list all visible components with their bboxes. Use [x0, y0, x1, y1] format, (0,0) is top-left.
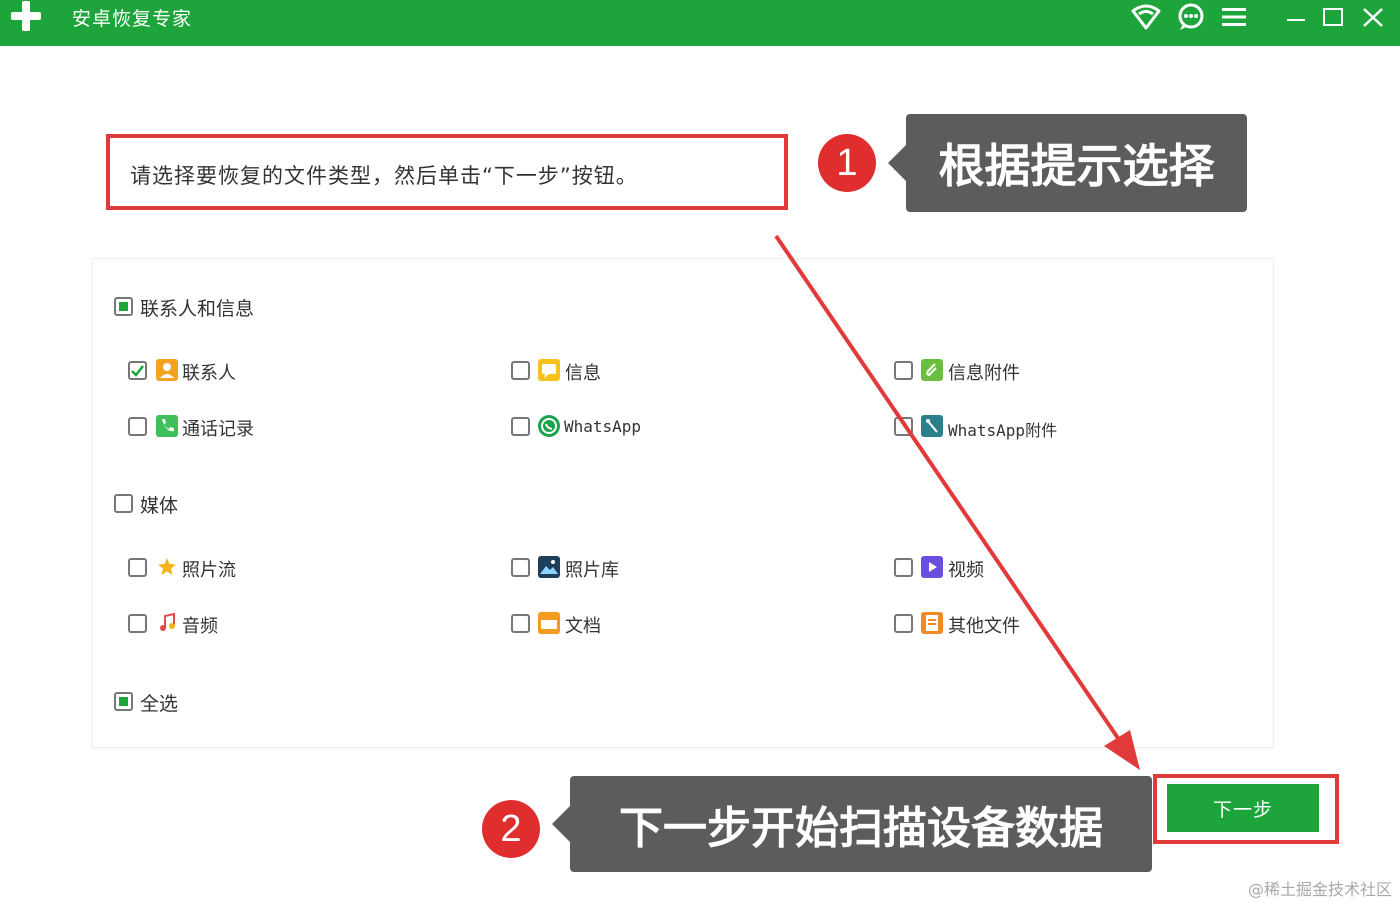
select-all-label: 全选: [140, 693, 179, 715]
group-label-contacts-messages: 联系人和信息: [140, 298, 255, 320]
watermark: @稀土掘金技术社区: [1247, 880, 1392, 899]
label-audio: 音频: [182, 616, 218, 637]
group-label-media: 媒体: [140, 495, 179, 517]
step-2-callout: 下一步开始扫描设备数据: [552, 776, 1152, 872]
label-whatsapp-attachments: WhatsApp附件: [948, 421, 1058, 440]
instruction-text: 请选择要恢复的文件类型，然后单击“下一步”按钮。: [130, 164, 638, 188]
step-1-callout-text: 根据提示选择: [938, 139, 1215, 193]
label-other-files: 其他文件: [948, 616, 1020, 637]
checkbox-video[interactable]: [894, 558, 913, 577]
label-whatsapp: WhatsApp: [564, 417, 642, 436]
step-2-callout-text: 下一步开始扫描设备数据: [619, 803, 1103, 854]
checkbox-messages[interactable]: [511, 361, 530, 380]
select-all-checkbox[interactable]: [114, 692, 133, 711]
label-contacts: 联系人: [182, 363, 236, 384]
other-files-icon: [921, 612, 943, 634]
photo-stream-icon: [156, 556, 178, 578]
checkbox-call-log[interactable]: [128, 417, 147, 436]
label-photo-stream: 照片流: [182, 560, 236, 581]
wifi-icon[interactable]: [1131, 2, 1161, 32]
checkbox-other-files[interactable]: [894, 614, 913, 633]
app-title: 安卓恢复专家: [72, 8, 193, 30]
call-log-icon: [156, 415, 178, 437]
whatsapp-icon: [538, 415, 560, 437]
label-video: 视频: [948, 560, 984, 581]
step-2-badge: 2: [482, 800, 540, 858]
label-call-log: 通话记录: [182, 419, 254, 440]
file-type-panel: [92, 258, 1274, 748]
checkbox-photo-library[interactable]: [511, 558, 530, 577]
next-button[interactable]: 下一步: [1167, 784, 1319, 832]
chat-icon[interactable]: [1176, 2, 1206, 32]
checkbox-contacts[interactable]: [128, 361, 147, 380]
document-icon: [538, 612, 560, 634]
video-icon: [921, 556, 943, 578]
contacts-icon: [156, 359, 178, 381]
step-1-callout: 根据提示选择: [888, 114, 1247, 212]
checkbox-message-attachments[interactable]: [894, 361, 913, 380]
photo-library-icon: [538, 556, 560, 578]
messages-icon: [538, 359, 560, 381]
checkbox-whatsapp-attachments[interactable]: [894, 417, 913, 436]
checkbox-document[interactable]: [511, 614, 530, 633]
step-1-badge: 1: [818, 134, 876, 192]
audio-icon: [156, 612, 178, 634]
minimize-icon[interactable]: [1281, 2, 1311, 32]
whatsapp-attachment-icon: [921, 415, 943, 437]
maximize-icon[interactable]: [1318, 2, 1348, 32]
message-attachment-icon: [921, 359, 943, 381]
group-checkbox-media[interactable]: [114, 494, 133, 513]
instruction-highlight-box: 请选择要恢复的文件类型，然后单击“下一步”按钮。: [106, 134, 788, 210]
app-logo-icon: [8, 0, 44, 34]
close-icon[interactable]: [1358, 2, 1388, 32]
checkbox-audio[interactable]: [128, 614, 147, 633]
label-messages: 信息: [565, 363, 601, 384]
title-bar: 安卓恢复专家: [0, 0, 1400, 46]
label-document: 文档: [565, 616, 601, 637]
label-message-attachments: 信息附件: [948, 363, 1020, 384]
group-checkbox-contacts-messages[interactable]: [114, 297, 133, 316]
checkbox-photo-stream[interactable]: [128, 558, 147, 577]
menu-icon[interactable]: [1219, 2, 1249, 32]
label-photo-library: 照片库: [565, 560, 619, 581]
checkbox-whatsapp[interactable]: [511, 417, 530, 436]
